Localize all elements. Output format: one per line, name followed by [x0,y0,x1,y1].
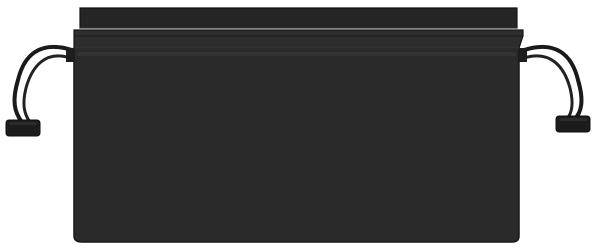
battery-illustration [5,7,591,243]
product-image [0,0,600,249]
left-handle-rope [12,44,74,124]
battery-lid-band [73,29,524,49]
right-handle-rope-inner [522,54,574,122]
left-handle-mount [66,48,74,62]
body-highlight [78,52,516,56]
left-handle-rope-inner [22,54,72,124]
battery-lid [79,7,518,29]
right-handle-grip-highlight [559,118,587,121]
battery-body [73,47,520,243]
left-handle-grip-highlight [9,122,37,125]
right-handle-mount [519,48,527,62]
